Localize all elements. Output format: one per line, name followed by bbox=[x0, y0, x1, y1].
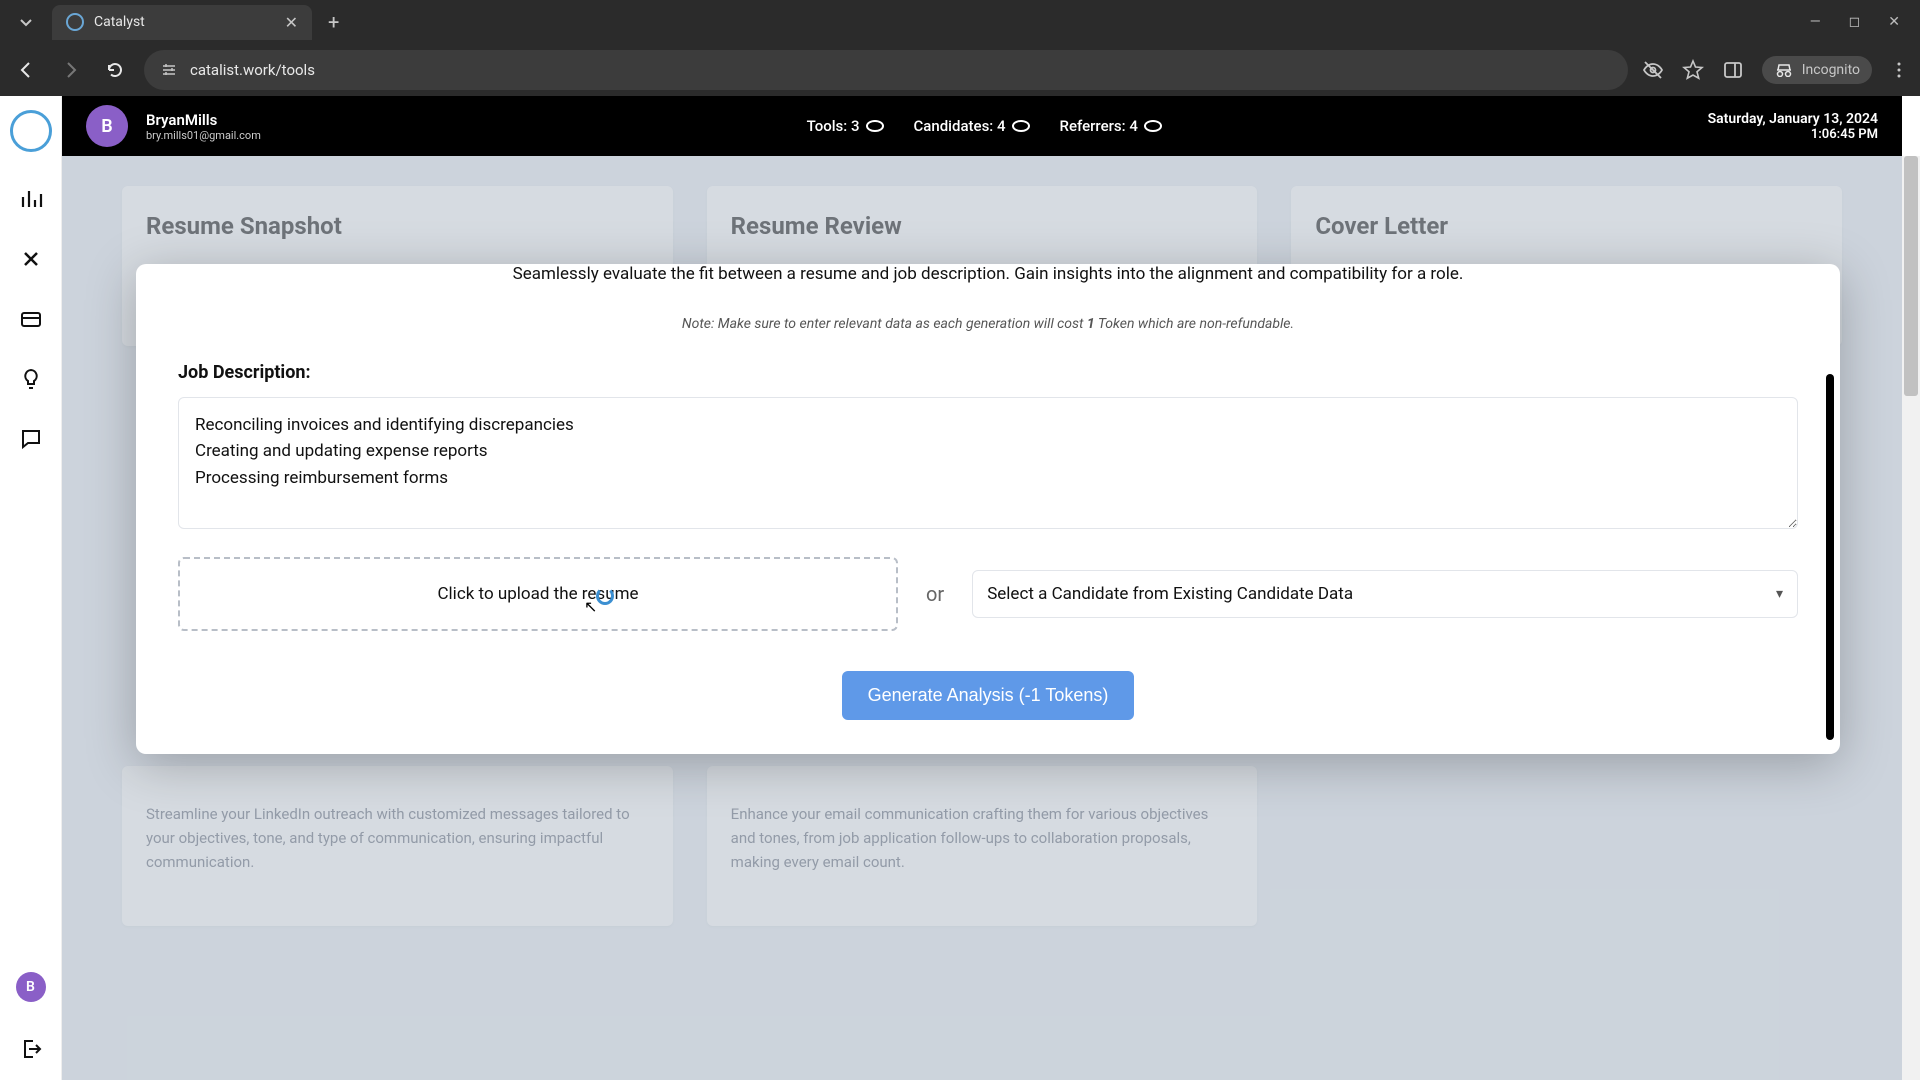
browser-chrome: Catalyst ✕ + — ◻ ✕ catalist.work/tools bbox=[0, 0, 1920, 96]
chat-icon[interactable] bbox=[18, 426, 44, 452]
url-text: catalist.work/tools bbox=[190, 61, 315, 79]
window-controls: — ◻ ✕ bbox=[1810, 14, 1912, 30]
reload-button[interactable] bbox=[100, 55, 130, 85]
header-time: 1:06:45 PM bbox=[1708, 127, 1878, 142]
modal-subtitle: Seamlessly evaluate the fit between a re… bbox=[178, 264, 1798, 284]
bookmark-icon[interactable] bbox=[1682, 59, 1704, 81]
modal-note: Note: Make sure to enter relevant data a… bbox=[178, 316, 1798, 332]
loading-spinner-icon bbox=[596, 587, 614, 605]
header-email: bry.mills01@gmail.com bbox=[146, 129, 261, 142]
generate-analysis-button[interactable]: Generate Analysis (-1 Tokens) bbox=[842, 671, 1135, 720]
chevron-down-icon bbox=[18, 14, 34, 30]
close-window-button[interactable]: ✕ bbox=[1888, 14, 1900, 30]
back-button[interactable] bbox=[12, 55, 42, 85]
candidate-select[interactable]: Select a Candidate from Existing Candida… bbox=[972, 570, 1798, 618]
incognito-icon bbox=[1774, 63, 1794, 77]
token-icon bbox=[866, 120, 884, 132]
maximize-button[interactable]: ◻ bbox=[1849, 14, 1861, 30]
site-settings-icon[interactable] bbox=[160, 61, 178, 79]
incognito-badge[interactable]: Incognito bbox=[1762, 56, 1872, 84]
header-date: Saturday, January 13, 2024 bbox=[1708, 111, 1878, 127]
stat-referrers: Referrers: 4 bbox=[1060, 117, 1162, 135]
forward-button[interactable] bbox=[56, 55, 86, 85]
scrollbar-thumb[interactable] bbox=[1904, 156, 1918, 396]
modal-scrollbar[interactable] bbox=[1826, 374, 1834, 740]
select-placeholder: Select a Candidate from Existing Candida… bbox=[987, 584, 1353, 604]
tab-favicon-icon bbox=[66, 13, 84, 31]
dashboard-icon[interactable] bbox=[18, 186, 44, 212]
eye-off-icon[interactable] bbox=[1642, 59, 1664, 81]
header-user-block: BryanMills bry.mills01@gmail.com bbox=[146, 111, 261, 142]
reload-icon bbox=[105, 60, 125, 80]
tab-title: Catalyst bbox=[94, 14, 275, 30]
header-stats: Tools: 3 Candidates: 4 Referrers: 4 bbox=[807, 117, 1162, 135]
new-tab-button[interactable]: + bbox=[320, 6, 347, 38]
chevron-down-icon: ▾ bbox=[1776, 586, 1783, 602]
billing-icon[interactable] bbox=[18, 306, 44, 332]
analysis-modal: Seamlessly evaluate the fit between a re… bbox=[136, 264, 1840, 754]
side-panel-icon[interactable] bbox=[1722, 59, 1744, 81]
ideas-icon[interactable] bbox=[18, 366, 44, 392]
arrow-right-icon bbox=[61, 60, 81, 80]
arrow-left-icon bbox=[17, 60, 37, 80]
tools-icon[interactable] bbox=[18, 246, 44, 272]
header-datetime: Saturday, January 13, 2024 1:06:45 PM bbox=[1708, 111, 1878, 142]
upload-resume-dropzone[interactable]: Click to upload the resume ↖ bbox=[178, 557, 898, 631]
browser-tab[interactable]: Catalyst ✕ bbox=[52, 5, 312, 40]
job-description-input[interactable] bbox=[178, 397, 1798, 529]
header-username: BryanMills bbox=[146, 111, 261, 129]
menu-icon[interactable] bbox=[1890, 61, 1908, 79]
incognito-label: Incognito bbox=[1802, 62, 1860, 78]
page-content: B B BryanMills bry.mills01@gmail.com Too… bbox=[0, 96, 1920, 1080]
tab-bar: Catalyst ✕ + — ◻ ✕ bbox=[0, 0, 1920, 44]
token-icon bbox=[1012, 120, 1030, 132]
header-avatar[interactable]: B bbox=[86, 105, 128, 147]
address-bar: catalist.work/tools Incognito bbox=[0, 44, 1920, 96]
close-icon[interactable]: ✕ bbox=[285, 13, 298, 32]
app-header: B BryanMills bry.mills01@gmail.com Tools… bbox=[62, 96, 1902, 156]
stat-tools: Tools: 3 bbox=[807, 117, 884, 135]
page-scrollbar[interactable] bbox=[1902, 156, 1920, 1080]
cursor-icon: ↖ bbox=[584, 597, 597, 616]
token-icon bbox=[1144, 120, 1162, 132]
url-input[interactable]: catalist.work/tools bbox=[144, 50, 1628, 90]
minimize-button[interactable]: — bbox=[1810, 14, 1821, 30]
or-separator: or bbox=[926, 582, 944, 606]
upload-row: Click to upload the resume ↖ or Select a… bbox=[178, 557, 1798, 631]
app-logo-icon[interactable] bbox=[10, 110, 52, 152]
jd-label: Job Description: bbox=[178, 362, 1798, 383]
tab-search-dropdown[interactable] bbox=[8, 4, 44, 40]
user-avatar[interactable]: B bbox=[16, 972, 46, 1002]
sidebar-rail: B bbox=[0, 96, 62, 1080]
logout-icon[interactable] bbox=[18, 1036, 44, 1062]
stat-candidates: Candidates: 4 bbox=[914, 117, 1030, 135]
